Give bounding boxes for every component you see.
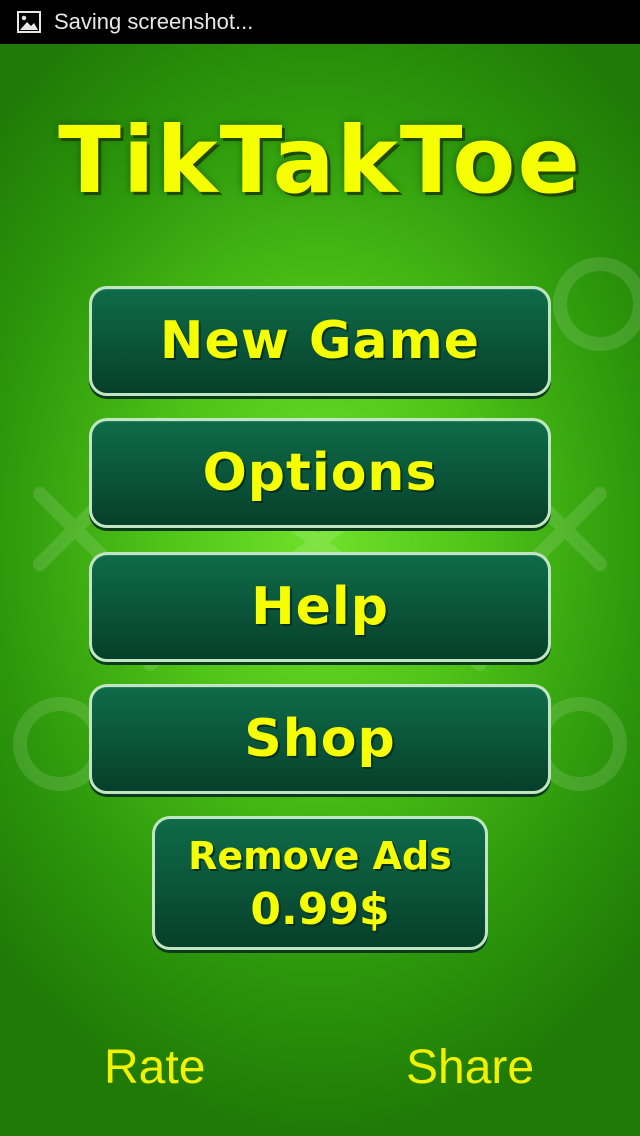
- remove-ads-price: 0.99$: [250, 884, 390, 935]
- options-label: Options: [202, 443, 438, 503]
- app-screen: Saving screenshot... TikTakToe New Game …: [0, 0, 640, 1136]
- app-title: TikTakToe: [58, 107, 582, 214]
- new-game-label: New Game: [159, 311, 481, 371]
- status-bar: Saving screenshot...: [0, 0, 640, 44]
- remove-ads-button[interactable]: Remove Ads 0.99$: [152, 816, 488, 950]
- help-label: Help: [251, 577, 389, 637]
- status-text: Saving screenshot...: [54, 9, 254, 34]
- new-game-button[interactable]: New Game: [89, 286, 551, 396]
- share-link[interactable]: Share: [406, 1038, 534, 1098]
- remove-ads-label: Remove Ads: [188, 834, 452, 878]
- options-button[interactable]: Options: [89, 418, 551, 528]
- game-background: TikTakToe New Game Options Help Shop Rem…: [0, 44, 640, 1136]
- help-button[interactable]: Help: [89, 552, 551, 662]
- shop-label: Shop: [244, 709, 396, 769]
- image-icon: [16, 10, 42, 34]
- rate-link[interactable]: Rate: [104, 1038, 205, 1098]
- shop-button[interactable]: Shop: [89, 684, 551, 794]
